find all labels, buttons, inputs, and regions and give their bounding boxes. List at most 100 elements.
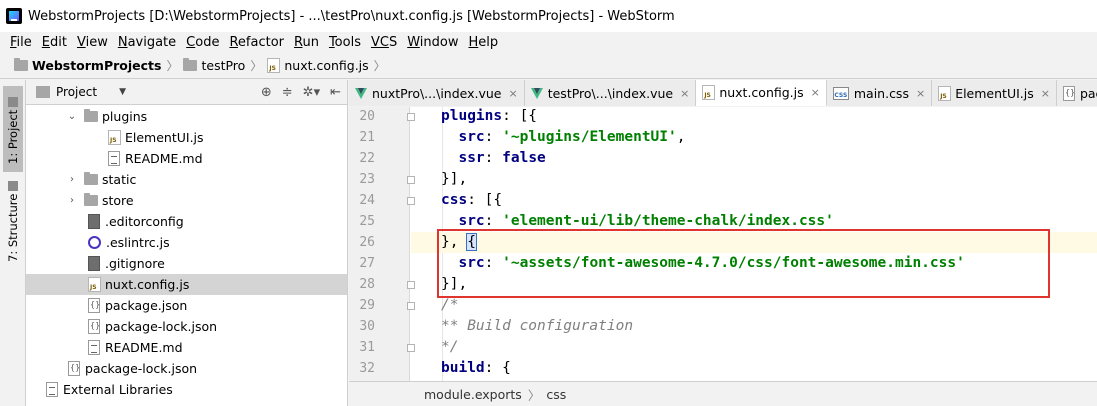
chevron-down-icon[interactable]: ▼ — [119, 87, 126, 97]
editor-tab-label: ElementUI.js — [955, 85, 1034, 101]
tree-item[interactable]: ElementUI.js — [26, 127, 347, 148]
editor-tab[interactable]: CSS main.css × — [826, 80, 933, 106]
breadcrumb-separator-icon: 〉 — [250, 59, 263, 73]
tree-item-label: nuxt.config.js — [105, 277, 190, 292]
close-icon[interactable]: × — [1041, 87, 1050, 100]
code-line: }], — [411, 169, 1097, 190]
menu-item[interactable]: Code — [181, 35, 224, 50]
tree-item[interactable]: package-lock.json — [26, 358, 347, 379]
code-editor[interactable]: 20 21 22 23 24 25 26 27 28 29 30 31 32 plugins: [{ s… — [349, 107, 1097, 381]
menu-item[interactable]: VCS — [366, 35, 402, 50]
menu-item[interactable]: Refactor — [224, 35, 289, 50]
editor-tab-label: main.css — [853, 85, 909, 101]
tree-item[interactable]: README.md — [26, 148, 347, 169]
code-line: src: '~plugins/ElementUI', — [458, 129, 686, 145]
markdown-file-icon — [88, 340, 100, 355]
editor-tab-label: nuxt.config.js — [719, 85, 804, 100]
tree-item[interactable]: ⌄ plugins — [26, 106, 347, 127]
menu-item[interactable]: Window — [402, 35, 463, 50]
code-line: src: 'element-ui/lib/theme-chalk/index.c… — [458, 213, 834, 229]
line-number: 27 — [359, 256, 375, 271]
gear-icon[interactable]: ✲▾ — [303, 85, 320, 100]
code-key: ssr — [458, 150, 485, 166]
code-punctuation: : [{ — [502, 108, 538, 124]
js-file-icon — [88, 277, 101, 292]
editor-tab[interactable]: nuxt.config.js × — [696, 80, 827, 106]
project-view-selector[interactable]: Project — [56, 85, 97, 99]
editor-gutter: 20 21 22 23 24 25 26 27 28 29 30 31 32 — [349, 107, 415, 381]
code-line: /* — [411, 295, 1097, 316]
folder-icon — [84, 109, 98, 122]
folder-icon — [84, 193, 98, 206]
tree-item[interactable]: package.json — [26, 295, 347, 316]
hide-panel-icon[interactable]: ⇤ — [330, 85, 341, 100]
project-view-icon — [36, 86, 50, 98]
close-icon[interactable]: × — [680, 87, 689, 100]
code-string: '~assets/font-awesome-4.7.0/css/font-awe… — [502, 255, 965, 271]
tool-tab-project[interactable]: 1: Project — [3, 86, 23, 172]
locate-file-icon[interactable]: ⊕ — [261, 85, 272, 100]
window-title: WebstormProjects [D:\WebstormProjects] -… — [28, 8, 675, 24]
editor-tab-label: packag — [1079, 85, 1097, 101]
code-punctuation: : [{ — [467, 192, 503, 208]
tree-item[interactable]: › store — [26, 190, 347, 211]
editor-tab-label: testPro\...\index.vue — [547, 85, 674, 101]
breadcrumb: WebstormProjects 〉 testPro 〉 nuxt.config… — [0, 53, 1097, 79]
menu-item[interactable]: View — [72, 35, 113, 50]
structure-tool-icon — [8, 180, 18, 191]
folder-icon — [183, 58, 198, 71]
code-path-item[interactable]: module.exports — [424, 387, 522, 402]
menu-item[interactable]: Edit — [37, 35, 72, 50]
code-line: }, { — [411, 232, 1097, 253]
menu-item[interactable]: Tools — [324, 35, 366, 50]
close-icon[interactable]: × — [916, 87, 925, 100]
tool-window-strip: 1: Project 7: Structure — [0, 80, 26, 406]
code-comment: */ — [441, 339, 459, 355]
tree-item[interactable]: package-lock.json — [26, 316, 347, 337]
tree-item-label: static — [102, 172, 137, 187]
js-file-icon — [267, 58, 281, 73]
code-line: }], — [411, 274, 1097, 295]
config-file-icon — [88, 214, 100, 229]
breadcrumb-item-file[interactable]: nuxt.config.js — [267, 58, 369, 73]
close-icon[interactable]: × — [509, 87, 518, 100]
code-key: src — [458, 255, 485, 271]
tree-item[interactable]: › static — [26, 169, 347, 190]
tree-item[interactable]: .gitignore — [26, 253, 347, 274]
tree-item-label: ElementUI.js — [125, 130, 204, 145]
menu-item[interactable]: Help — [464, 35, 504, 50]
tree-item[interactable]: External Libraries — [26, 379, 347, 400]
menu-item[interactable]: File — [5, 35, 37, 50]
breadcrumb-item-folder[interactable]: testPro — [183, 58, 245, 73]
code-key: src — [458, 213, 485, 229]
tree-item[interactable]: .editorconfig — [26, 211, 347, 232]
folder-icon — [84, 172, 98, 185]
text-file-icon — [88, 256, 100, 271]
editor-tab[interactable]: nuxtPro\...\index.vue × — [349, 80, 525, 106]
json-file-icon — [88, 319, 100, 334]
tree-item[interactable]: README.md — [26, 337, 347, 358]
js-file-icon — [108, 130, 121, 145]
close-icon[interactable]: × — [811, 86, 820, 99]
code-line: build: { — [411, 358, 1097, 379]
menu-item[interactable]: Run — [289, 35, 324, 50]
editor-tab[interactable]: ElementUI.js × — [932, 80, 1057, 106]
tree-item[interactable]: nuxt.config.js — [26, 274, 347, 295]
code-boolean: false — [502, 150, 546, 166]
project-panel: Project ▼ ⊕ ≑ ✲▾ ⇤ ⌄ plugins ElementUI.js R… — [26, 80, 348, 406]
js-file-icon — [938, 85, 952, 101]
library-icon — [46, 382, 58, 397]
chevron-down-icon[interactable]: ⌄ — [66, 111, 78, 122]
collapse-all-icon[interactable]: ≑ — [282, 85, 293, 100]
code-string: '~plugins/ElementUI' — [502, 129, 677, 145]
menu-item[interactable]: Navigate — [113, 35, 181, 50]
code-path-item[interactable]: css — [546, 387, 566, 402]
editor-tab[interactable]: packag — [1056, 80, 1097, 106]
tree-item[interactable]: .eslintrc.js — [26, 232, 347, 253]
tree-item-label: .gitignore — [105, 256, 165, 271]
breadcrumb-item-project[interactable]: WebstormProjects — [14, 58, 161, 73]
chevron-right-icon[interactable]: › — [66, 195, 78, 206]
editor-tab[interactable]: testPro\...\index.vue × — [524, 80, 697, 106]
tool-tab-structure[interactable]: 7: Structure — [3, 176, 23, 264]
chevron-right-icon[interactable]: › — [66, 174, 78, 185]
